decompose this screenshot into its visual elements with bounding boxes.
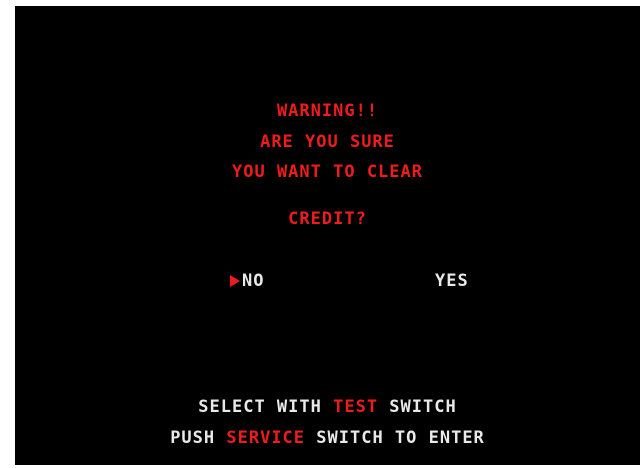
warning-line-credit: CREDIT?	[288, 209, 367, 229]
warning-line-are-you-sure: ARE YOU SURE	[260, 132, 395, 152]
instruction-service-keyword: SERVICE	[226, 428, 306, 448]
warning-line-clear: YOU WANT TO CLEAR	[232, 162, 423, 182]
instruction-select-suffix: SWITCH	[378, 397, 457, 417]
game-screen: WARNING!! ARE YOU SURE YOU WANT TO CLEAR…	[15, 6, 640, 465]
instruction-push-suffix: SWITCH TO ENTER	[305, 428, 485, 448]
instruction-test-keyword: TEST	[333, 397, 379, 417]
warning-title: WARNING!!	[276, 101, 379, 121]
option-no-label: NO	[242, 271, 265, 291]
triangle-right-icon	[230, 275, 240, 287]
instruction-select: SELECT WITH TEST SWITCH	[15, 397, 640, 417]
instruction-select-prefix: SELECT WITH	[198, 397, 334, 417]
option-yes-label: YES	[435, 271, 469, 291]
option-no[interactable]: NO	[230, 271, 264, 291]
instruction-push: PUSH SERVICE SWITCH TO ENTER	[15, 428, 640, 448]
option-yes[interactable]: YES	[435, 271, 469, 291]
instruction-push-prefix: PUSH	[170, 428, 227, 448]
